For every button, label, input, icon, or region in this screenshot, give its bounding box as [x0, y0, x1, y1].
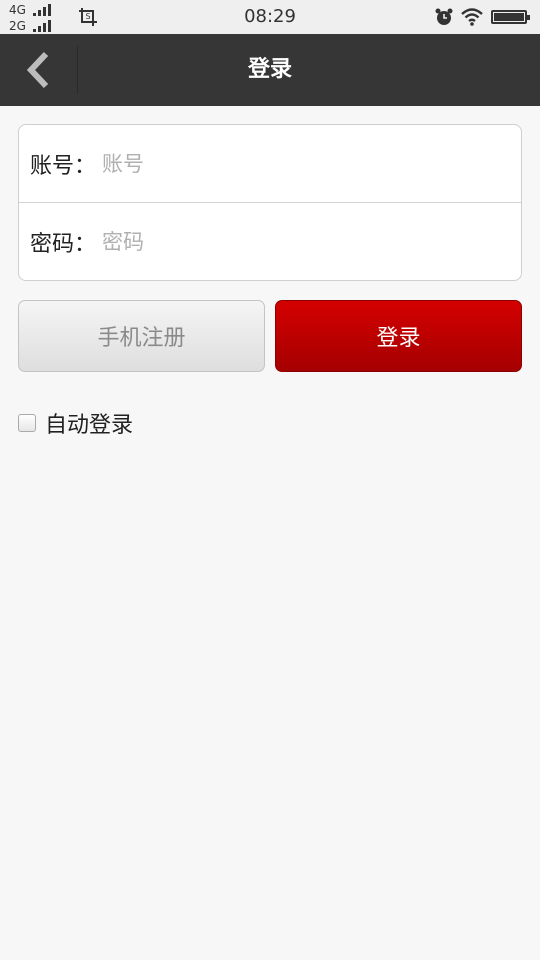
- auto-login-label: 自动登录: [45, 413, 134, 438]
- account-input[interactable]: [102, 138, 509, 189]
- screenshot-icon: S: [79, 8, 97, 26]
- login-form: 账号： 密码：: [18, 124, 522, 281]
- network-type-4g: 4G: [9, 3, 26, 17]
- nav-divider: [77, 46, 78, 94]
- register-button[interactable]: 手机注册: [18, 300, 265, 372]
- auto-login-checkbox[interactable]: [18, 414, 36, 432]
- chevron-left-icon: [26, 51, 49, 89]
- svg-text:S: S: [85, 12, 90, 21]
- login-button[interactable]: 登录: [275, 300, 522, 372]
- signal-icon-secondary: [33, 19, 61, 32]
- page-title: 登录: [247, 57, 292, 82]
- signal-icon: [33, 3, 61, 16]
- wifi-icon: [461, 8, 483, 26]
- nav-bar: 登录: [0, 34, 540, 106]
- account-row: 账号：: [19, 125, 521, 203]
- status-bar: 4G 2G S 08:29: [0, 0, 540, 34]
- battery-icon: [491, 10, 530, 24]
- login-button-label: 登录: [376, 326, 421, 351]
- auto-login-option[interactable]: 自动登录: [18, 406, 133, 440]
- back-button[interactable]: [0, 34, 76, 106]
- account-label: 账号：: [30, 153, 97, 179]
- register-button-label: 手机注册: [97, 326, 186, 351]
- password-input[interactable]: [102, 217, 509, 267]
- alarm-icon: [435, 8, 453, 25]
- network-type-2g: 2G: [9, 19, 26, 33]
- password-label: 密码：: [30, 232, 97, 257]
- password-row: 密码：: [19, 203, 521, 281]
